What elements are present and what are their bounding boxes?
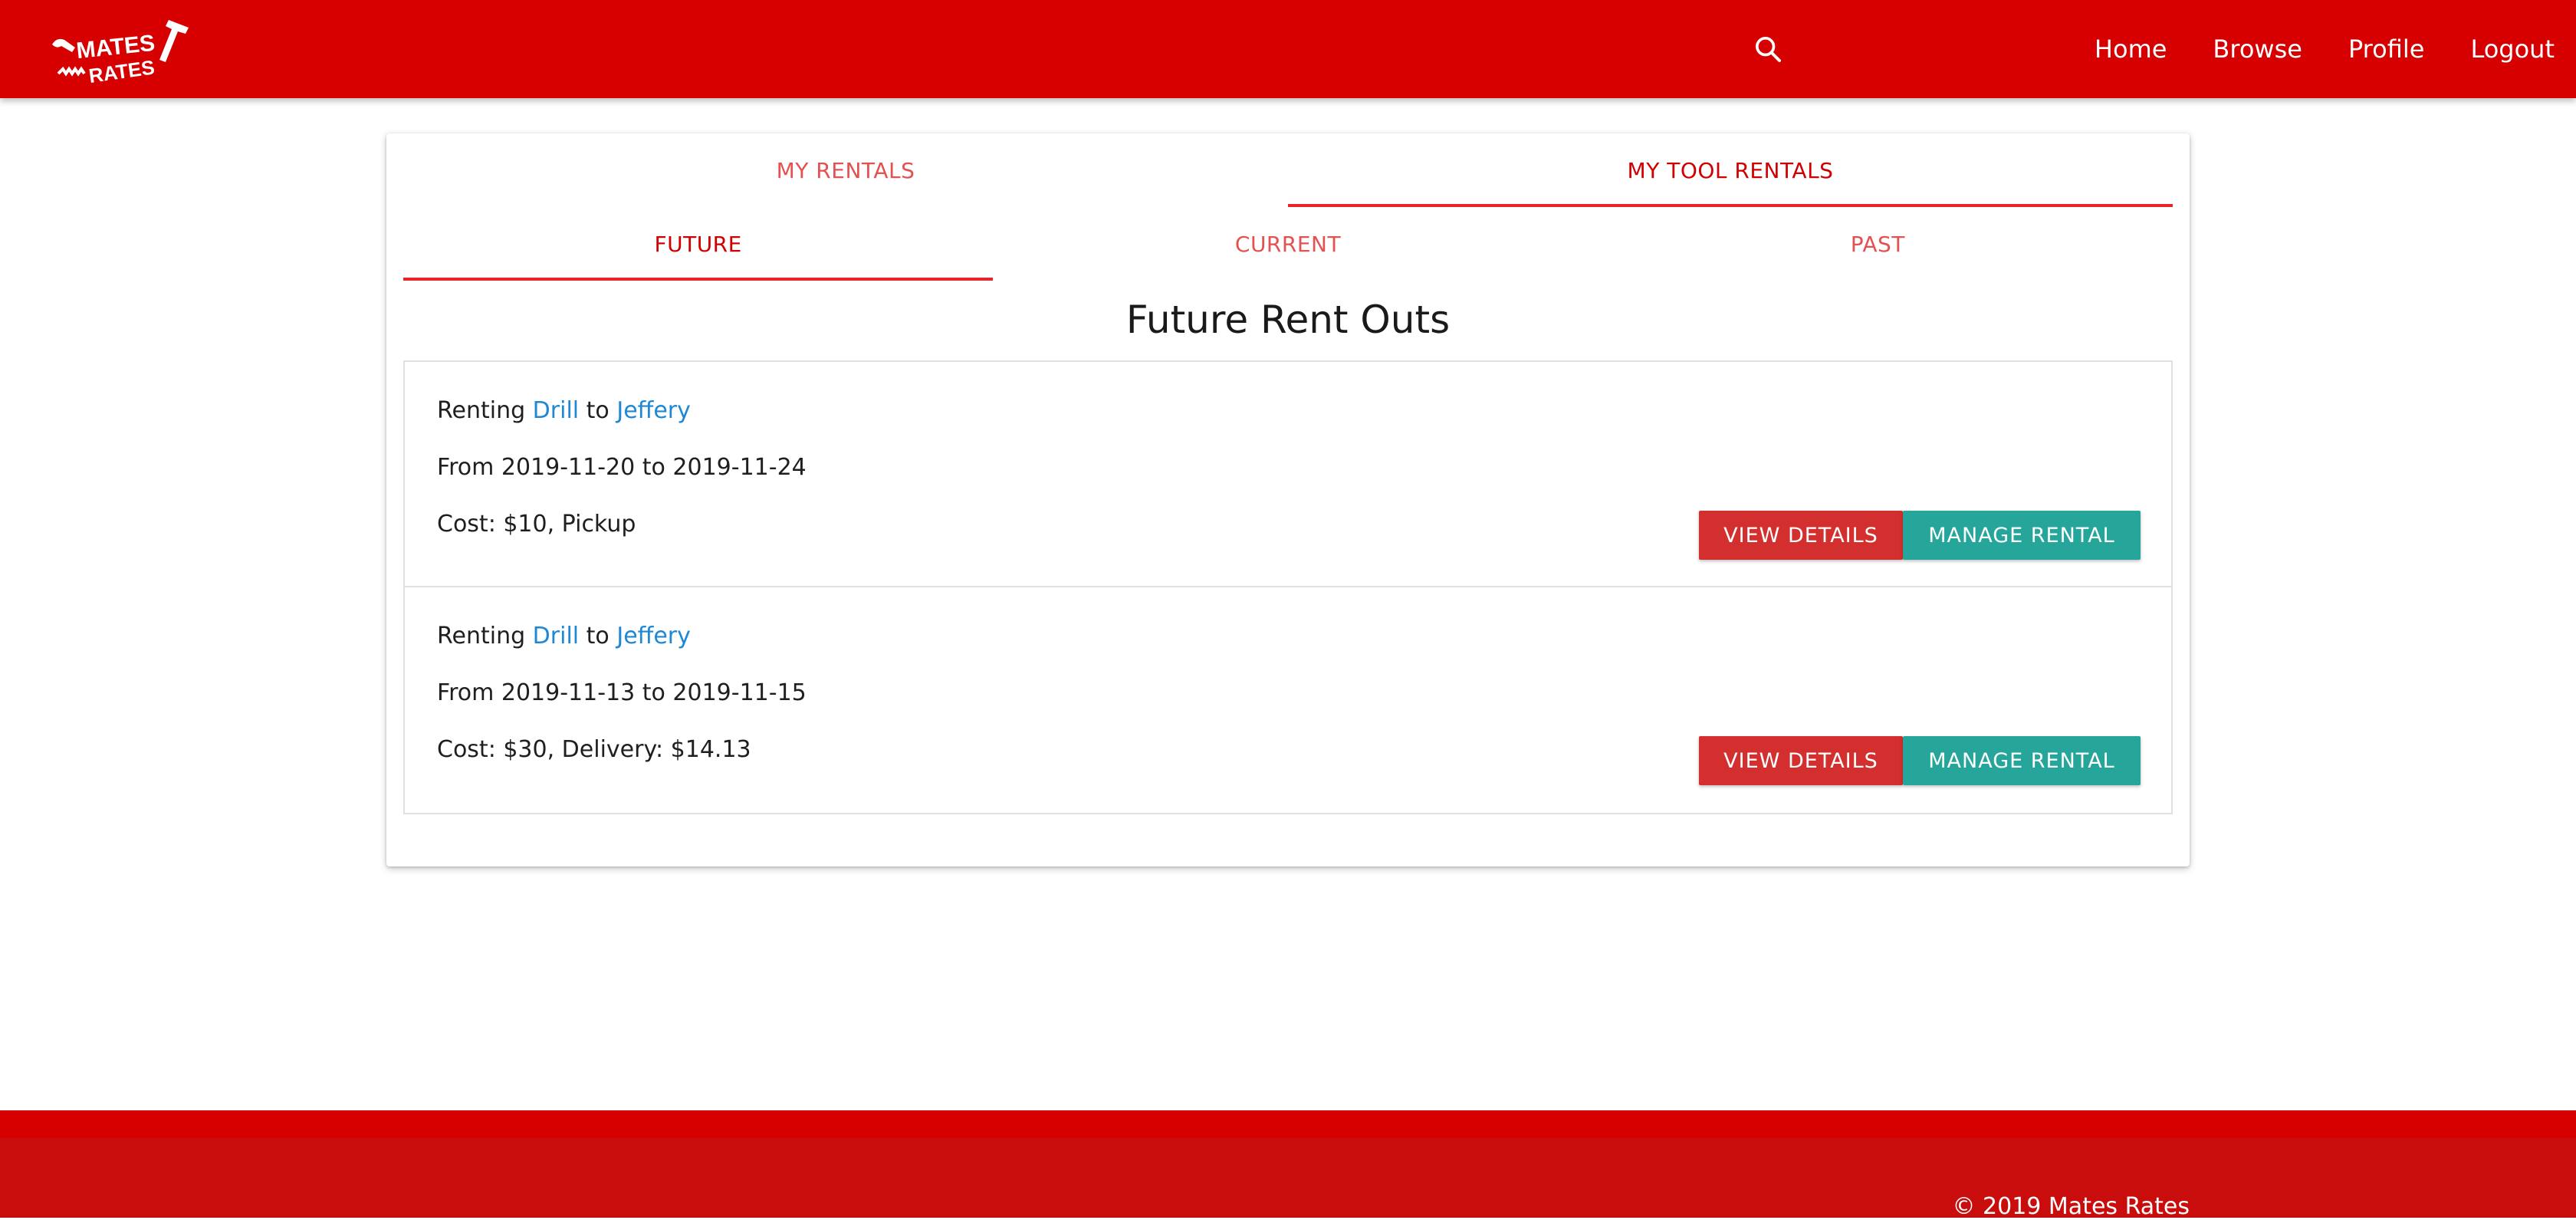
search-button[interactable] [1748,29,1788,69]
rental-summary: Renting Drill to Jeffery [437,397,691,424]
footer-copyright-bar: © 2019 Mates Rates [0,1138,2576,1220]
rental-actions: VIEW DETAILS MANAGE RENTAL [1699,511,2141,560]
footer: © 2019 Mates Rates [0,1110,2576,1220]
search-icon [1756,37,1781,62]
main-tabs: MY RENTALS MY TOOL RENTALS [403,133,2173,207]
manage-rental-button[interactable]: MANAGE RENTAL [1903,511,2141,560]
copyright-text: © 2019 Mates Rates [1952,1193,2190,1220]
tool-link[interactable]: Drill [533,623,579,649]
renting-joiner: to [586,397,610,424]
nav-links: Home Browse Profile Logout [2072,0,2576,98]
rental-dates: From 2019-11-20 to 2019-11-24 [437,454,807,481]
sub-tabs: FUTURE CURRENT PAST [403,207,2173,281]
renter-link[interactable]: Jeffery [616,397,691,424]
list-item: Renting Drill to Jeffery From 2019-11-20… [405,362,2171,587]
renting-prefix: Renting [437,623,526,649]
nav-link-logout[interactable]: Logout [2447,0,2576,98]
nav-link-profile[interactable]: Profile [2325,0,2448,98]
tab-past[interactable]: PAST [1583,207,2173,281]
rental-cost: Cost: $30, Delivery: $14.13 [437,736,751,763]
tab-my-tool-rentals[interactable]: MY TOOL RENTALS [1288,133,2173,207]
view-details-button[interactable]: VIEW DETAILS [1699,511,1903,560]
view-details-button[interactable]: VIEW DETAILS [1699,736,1903,785]
renter-link[interactable]: Jeffery [616,623,691,649]
tab-current[interactable]: CURRENT [993,207,1582,281]
rental-dates: From 2019-11-13 to 2019-11-15 [437,679,807,706]
mates-rates-logo[interactable]: MATES RATES [46,14,199,87]
rental-cost: Cost: $10, Pickup [437,511,636,538]
tab-future[interactable]: FUTURE [403,207,994,281]
section-title: Future Rent Outs [1125,298,1451,342]
nav-link-home[interactable]: Home [2072,0,2190,98]
rental-summary: Renting Drill to Jeffery [437,623,691,649]
navbar: MATES RATES Home Browse Profile Logout [0,0,2576,98]
manage-rental-button[interactable]: MANAGE RENTAL [1903,736,2141,785]
nav-link-browse[interactable]: Browse [2190,0,2325,98]
renting-prefix: Renting [437,397,526,424]
rental-actions: VIEW DETAILS MANAGE RENTAL [1699,736,2141,785]
list-item: Renting Drill to Jeffery From 2019-11-13… [405,587,2171,813]
tool-link[interactable]: Drill [533,397,579,424]
rentals-card: MY RENTALS MY TOOL RENTALS FUTURE CURREN… [386,133,2190,866]
renting-joiner: to [586,623,610,649]
hammer-logo-icon: MATES RATES [52,20,189,87]
rental-list: Renting Drill to Jeffery From 2019-11-20… [403,360,2173,814]
tab-my-rentals[interactable]: MY RENTALS [403,133,1288,207]
